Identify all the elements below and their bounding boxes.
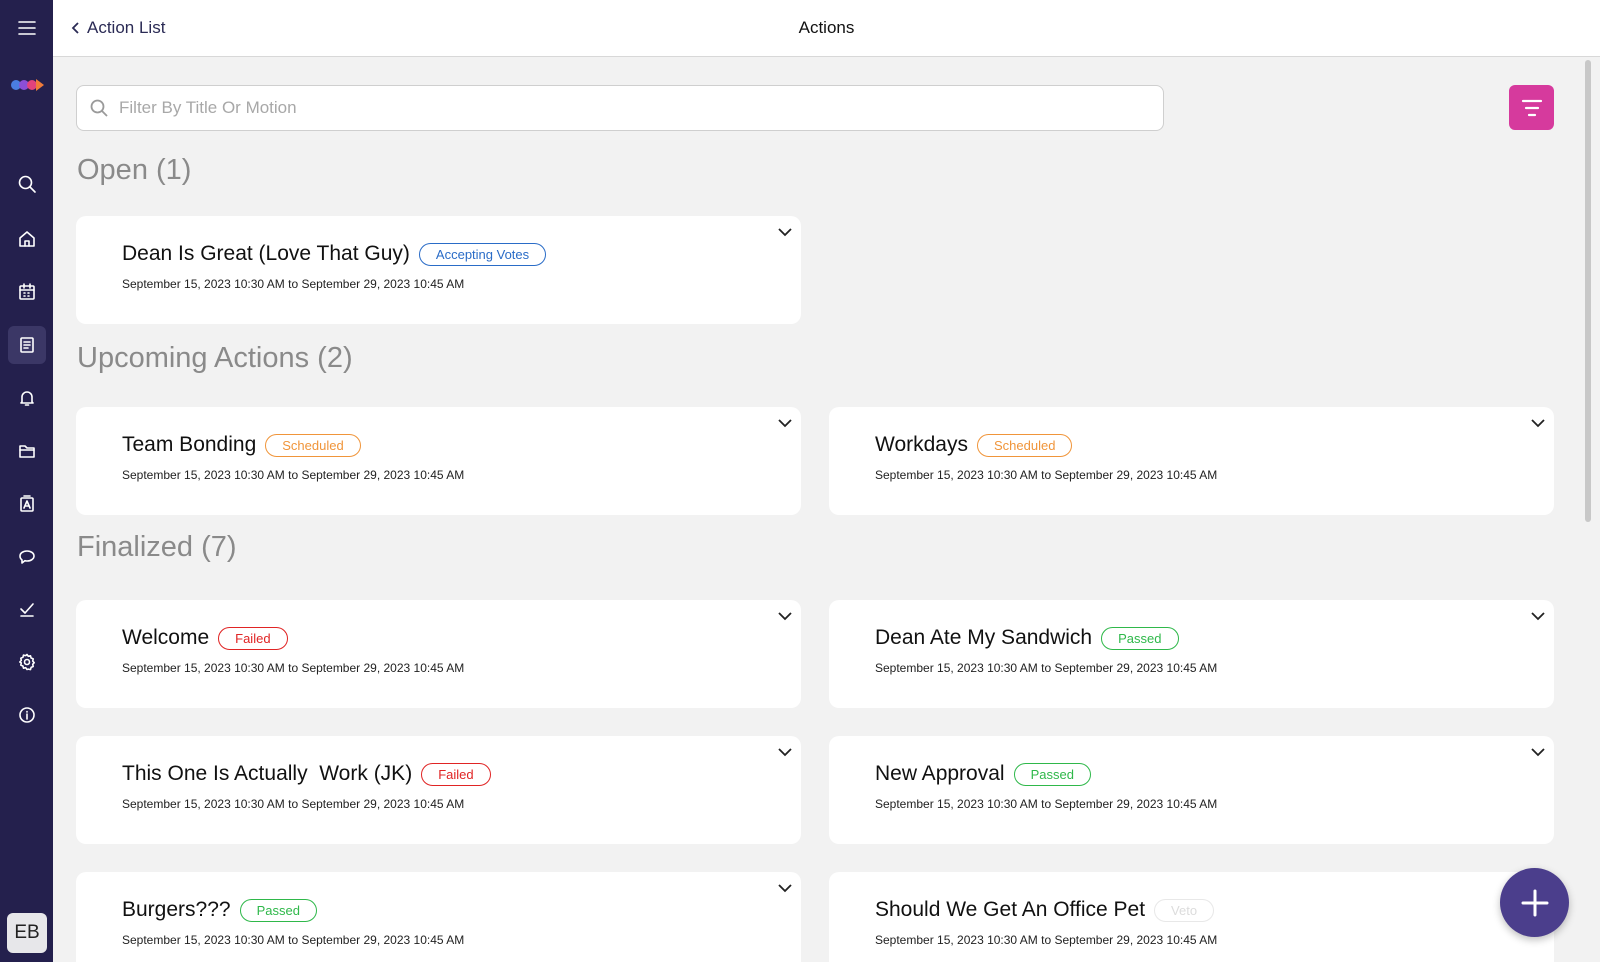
folder-icon[interactable] [8,432,46,470]
action-dates: September 15, 2023 10:30 AM to September… [122,661,465,675]
chevron-down-icon[interactable] [777,746,793,758]
actions-list-icon[interactable] [8,326,46,364]
action-title: Should We Get An Office Pet [875,898,1146,921]
status-badge: Failed [421,762,491,786]
chevron-down-icon[interactable] [777,610,793,622]
action-card[interactable]: This One Is Actually Work (JK) Failed Sept… [76,736,801,844]
add-action-button[interactable] [1500,868,1569,937]
plus-icon [1521,889,1548,916]
top-bar: Action List Actions [53,0,1600,57]
section-title-open: Open (1) [77,154,192,186]
card-title-row: This One Is Actually Work (JK) Failed [122,762,491,786]
action-dates: September 15, 2023 10:30 AM to September… [122,277,465,291]
action-dates: September 15, 2023 10:30 AM to September… [875,468,1218,482]
action-card[interactable]: Burgers??? Passed September 15, 2023 10:30… [76,872,801,962]
card-title-row: New Approval Passed [875,762,1091,786]
action-dates: September 15, 2023 10:30 AM to September… [122,468,465,482]
action-title: This One Is Actually Work (JK) [122,762,413,785]
search-icon [90,99,108,117]
action-card[interactable]: New Approval Passed September 15, 2023 10:… [829,736,1554,844]
card-title-row: Team Bonding Scheduled [122,433,361,457]
card-title-row: Should We Get An Office Pet Veto [875,898,1215,922]
card-title-row: Dean Ate My Sandwich Passed [875,626,1179,650]
status-badge: Failed [218,626,288,650]
scrollbar[interactable] [1585,60,1591,522]
home-icon[interactable] [8,220,46,258]
search-bar [76,85,1164,131]
section-title-finalized: Finalized (7) [77,531,237,563]
chevron-down-icon[interactable] [1530,746,1546,758]
action-card[interactable]: Dean Ate My Sandwich Passed September 15, … [829,600,1554,708]
avatar[interactable]: EB [7,913,47,953]
card-title-row: Dean Is Great (Love That Guy) Accepting V… [122,242,547,266]
calendar-icon[interactable] [8,273,46,311]
action-card[interactable]: Dean Is Great (Love That Guy) Accepting V… [76,216,801,324]
ballot-icon[interactable] [8,485,46,523]
menu-icon[interactable] [8,9,46,47]
status-badge: Accepting Votes [418,242,547,266]
status-badge: Passed [1101,626,1179,650]
chevron-down-icon[interactable] [777,417,793,429]
search-icon[interactable] [8,165,46,203]
action-title: Welcome [122,626,210,649]
card-title-row: Welcome Failed [122,626,288,650]
search-input[interactable] [119,98,1119,118]
action-title: New Approval [875,762,1005,785]
filter-icon [1521,99,1542,116]
filter-button[interactable] [1509,85,1554,130]
action-card[interactable]: Team Bonding Scheduled September 15, 2023 … [76,407,801,515]
action-dates: September 15, 2023 10:30 AM to September… [122,797,465,811]
sidebar: EB [0,0,53,962]
card-title-row: Workdays Scheduled [875,433,1073,457]
action-title: Dean Ate My Sandwich [875,626,1093,649]
card-title-row: Burgers??? Passed [122,898,317,922]
bell-icon[interactable] [8,379,46,417]
action-title: Dean Is Great (Love That Guy) [122,242,410,265]
status-badge: Scheduled [976,433,1073,457]
page-title: Actions [798,18,855,37]
action-title: Burgers??? [122,898,231,921]
chat-icon[interactable] [8,538,46,576]
status-badge: Passed [1013,762,1091,786]
chevron-down-icon[interactable] [1530,417,1546,429]
gear-icon[interactable] [8,643,46,681]
chevron-down-icon[interactable] [777,226,793,238]
info-icon[interactable] [8,696,46,734]
chevron-down-icon[interactable] [1530,610,1546,622]
status-badge: Scheduled [265,433,361,457]
action-card[interactable]: Workdays Scheduled September 15, 2023 10:3… [829,407,1554,515]
status-badge: Veto [1154,898,1215,922]
action-dates: September 15, 2023 10:30 AM to September… [875,797,1218,811]
status-badge: Passed [239,898,317,922]
action-title: Workdays [875,433,968,456]
action-dates: September 15, 2023 10:30 AM to September… [875,933,1218,947]
logo-icon [11,79,44,91]
action-card[interactable]: Welcome Failed September 15, 2023 10:30 AM… [76,600,801,708]
section-title-upcoming: Upcoming Actions (2) [77,342,353,374]
action-title: Team Bonding [122,433,257,456]
action-card[interactable]: Should We Get An Office Pet Veto September… [829,872,1554,962]
check-icon[interactable] [8,590,46,628]
action-dates: September 15, 2023 10:30 AM to September… [122,933,465,947]
chevron-down-icon[interactable] [777,882,793,894]
action-dates: September 15, 2023 10:30 AM to September… [875,661,1218,675]
